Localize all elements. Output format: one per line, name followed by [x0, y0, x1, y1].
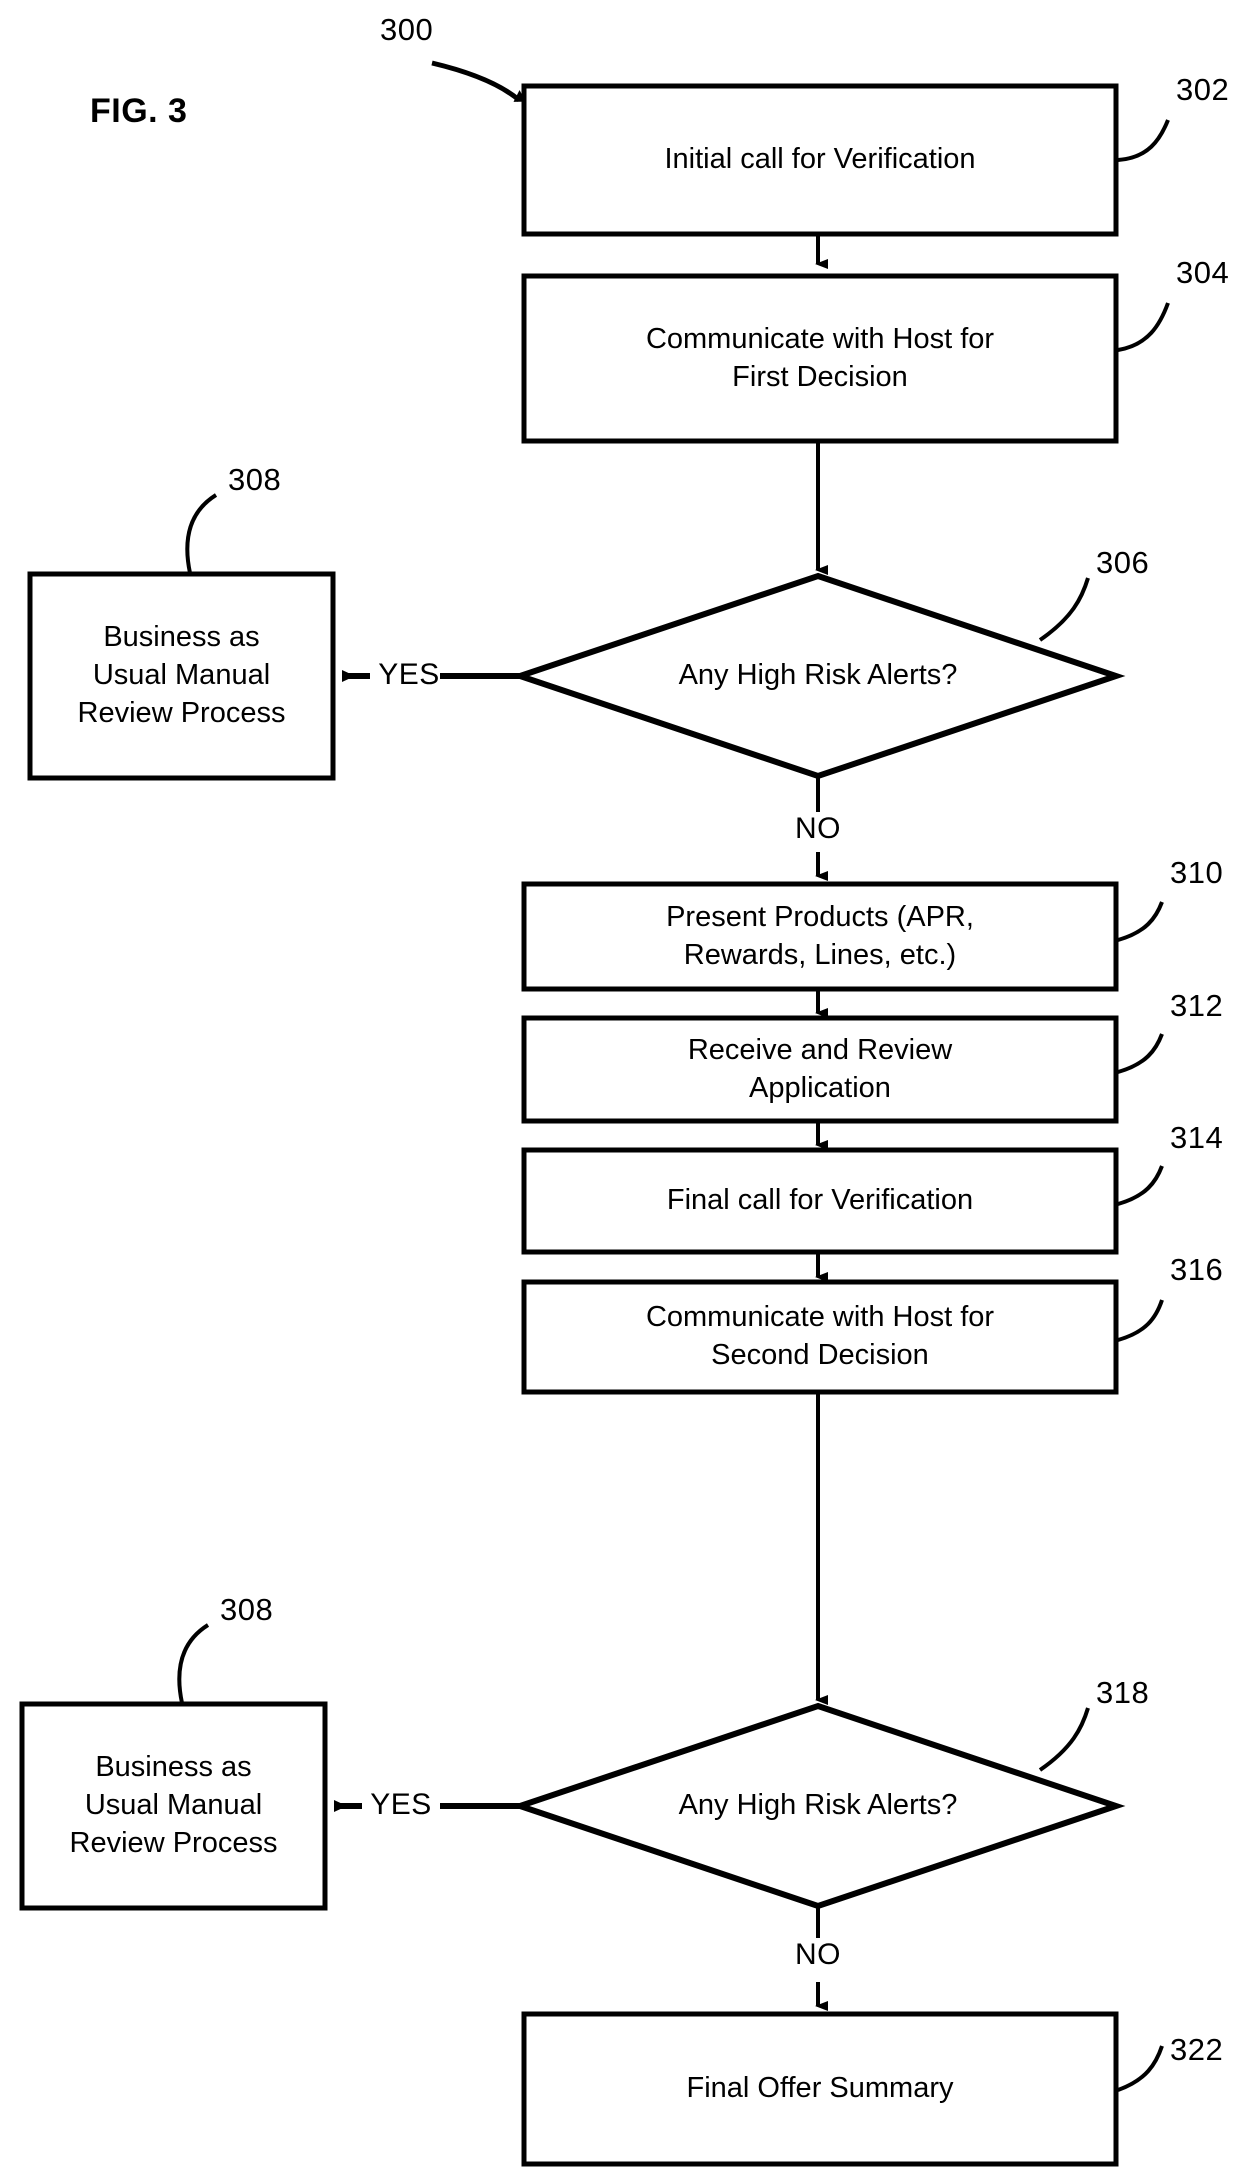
diagram-ref-300: 300: [380, 12, 434, 47]
edge-label-no-second: NO: [795, 1938, 841, 1971]
ref-leader-316: [1117, 1299, 1164, 1342]
node-manual-review-second[interactable]: [19, 1701, 328, 1911]
figure-page: FIG. 3 300 Initial call for Verification…: [0, 0, 1240, 2169]
node-risk-check-second[interactable]: [510, 1702, 1126, 1910]
ref-leader-310: [1117, 901, 1164, 942]
diagram-ref-leader-300: [431, 60, 526, 102]
ref-leader-308-upper: [185, 493, 218, 574]
ref-leader-312: [1117, 1033, 1164, 1074]
node-communicate-second[interactable]: [521, 1279, 1119, 1395]
ref-number-318: 318: [1096, 1675, 1150, 1710]
ref-leader-322: [1117, 2045, 1164, 2092]
edge-label-yes-first: YES: [378, 658, 440, 691]
ref-number-310: 310: [1170, 855, 1224, 890]
edge-label-no-first: NO: [795, 812, 841, 845]
ref-number-308-lower: 308: [220, 1592, 274, 1627]
flowchart-canvas: [19, 60, 1170, 2167]
ref-number-302: 302: [1176, 72, 1230, 107]
node-present-products[interactable]: [521, 881, 1119, 992]
node-final-call[interactable]: [521, 1147, 1119, 1255]
node-communicate-first[interactable]: [521, 273, 1119, 444]
node-receive-review[interactable]: [521, 1015, 1119, 1124]
ref-number-312: 312: [1170, 988, 1224, 1023]
edge-label-yes-second: YES: [370, 1788, 432, 1821]
ref-number-316: 316: [1170, 1252, 1224, 1287]
ref-number-308-upper: 308: [228, 462, 282, 497]
ref-leader-308-lower: [177, 1623, 210, 1704]
ref-number-304: 304: [1176, 255, 1230, 290]
ref-number-314: 314: [1170, 1120, 1224, 1155]
ref-leader-306: [1038, 577, 1090, 642]
ref-leader-304: [1117, 302, 1170, 352]
node-final-offer[interactable]: [521, 2011, 1119, 2167]
ref-number-322: 322: [1170, 2032, 1224, 2067]
node-manual-review-first[interactable]: [27, 571, 336, 781]
node-risk-check-first[interactable]: [510, 572, 1126, 780]
figure-label: FIG. 3: [90, 92, 188, 130]
node-initial-call[interactable]: [521, 83, 1119, 237]
ref-leader-302: [1117, 119, 1170, 162]
ref-leader-314: [1117, 1165, 1164, 1206]
ref-number-306: 306: [1096, 545, 1150, 580]
ref-leader-318: [1038, 1707, 1090, 1772]
